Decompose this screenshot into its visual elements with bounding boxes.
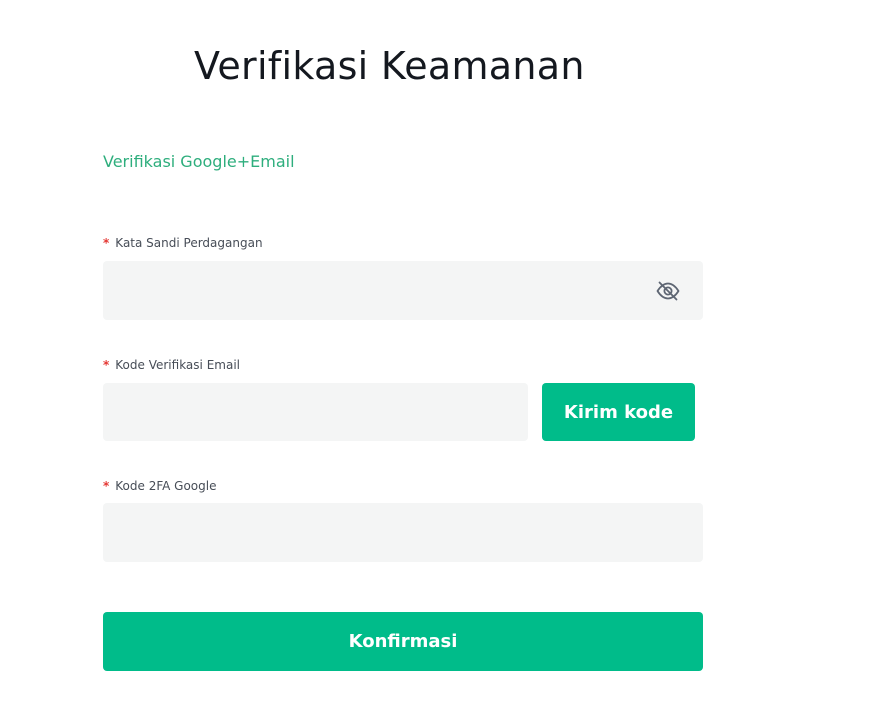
tab-google-email-verification[interactable]: Verifikasi Google+Email <box>103 150 295 174</box>
required-marker: * <box>103 479 110 493</box>
google-2fa-label: * Kode 2FA Google <box>103 477 216 495</box>
trading-password-input[interactable] <box>103 261 703 320</box>
confirm-button[interactable]: Konfirmasi <box>103 612 703 671</box>
eye-slash-icon[interactable] <box>655 278 681 304</box>
page-title: Verifikasi Keamanan <box>194 44 585 88</box>
trading-password-field-container <box>103 261 703 320</box>
email-code-field-container <box>103 383 528 441</box>
send-code-button[interactable]: Kirim kode <box>542 383 695 441</box>
required-marker: * <box>103 236 110 250</box>
email-code-label: * Kode Verifikasi Email <box>103 356 240 374</box>
trading-password-label-text: Kata Sandi Perdagangan <box>115 236 263 250</box>
google-2fa-input[interactable] <box>103 503 703 562</box>
google-2fa-field-container <box>103 503 703 562</box>
email-code-input[interactable] <box>103 383 528 441</box>
trading-password-label: * Kata Sandi Perdagangan <box>103 234 263 252</box>
email-code-label-text: Kode Verifikasi Email <box>115 358 240 372</box>
google-2fa-label-text: Kode 2FA Google <box>115 479 217 493</box>
required-marker: * <box>103 358 110 372</box>
